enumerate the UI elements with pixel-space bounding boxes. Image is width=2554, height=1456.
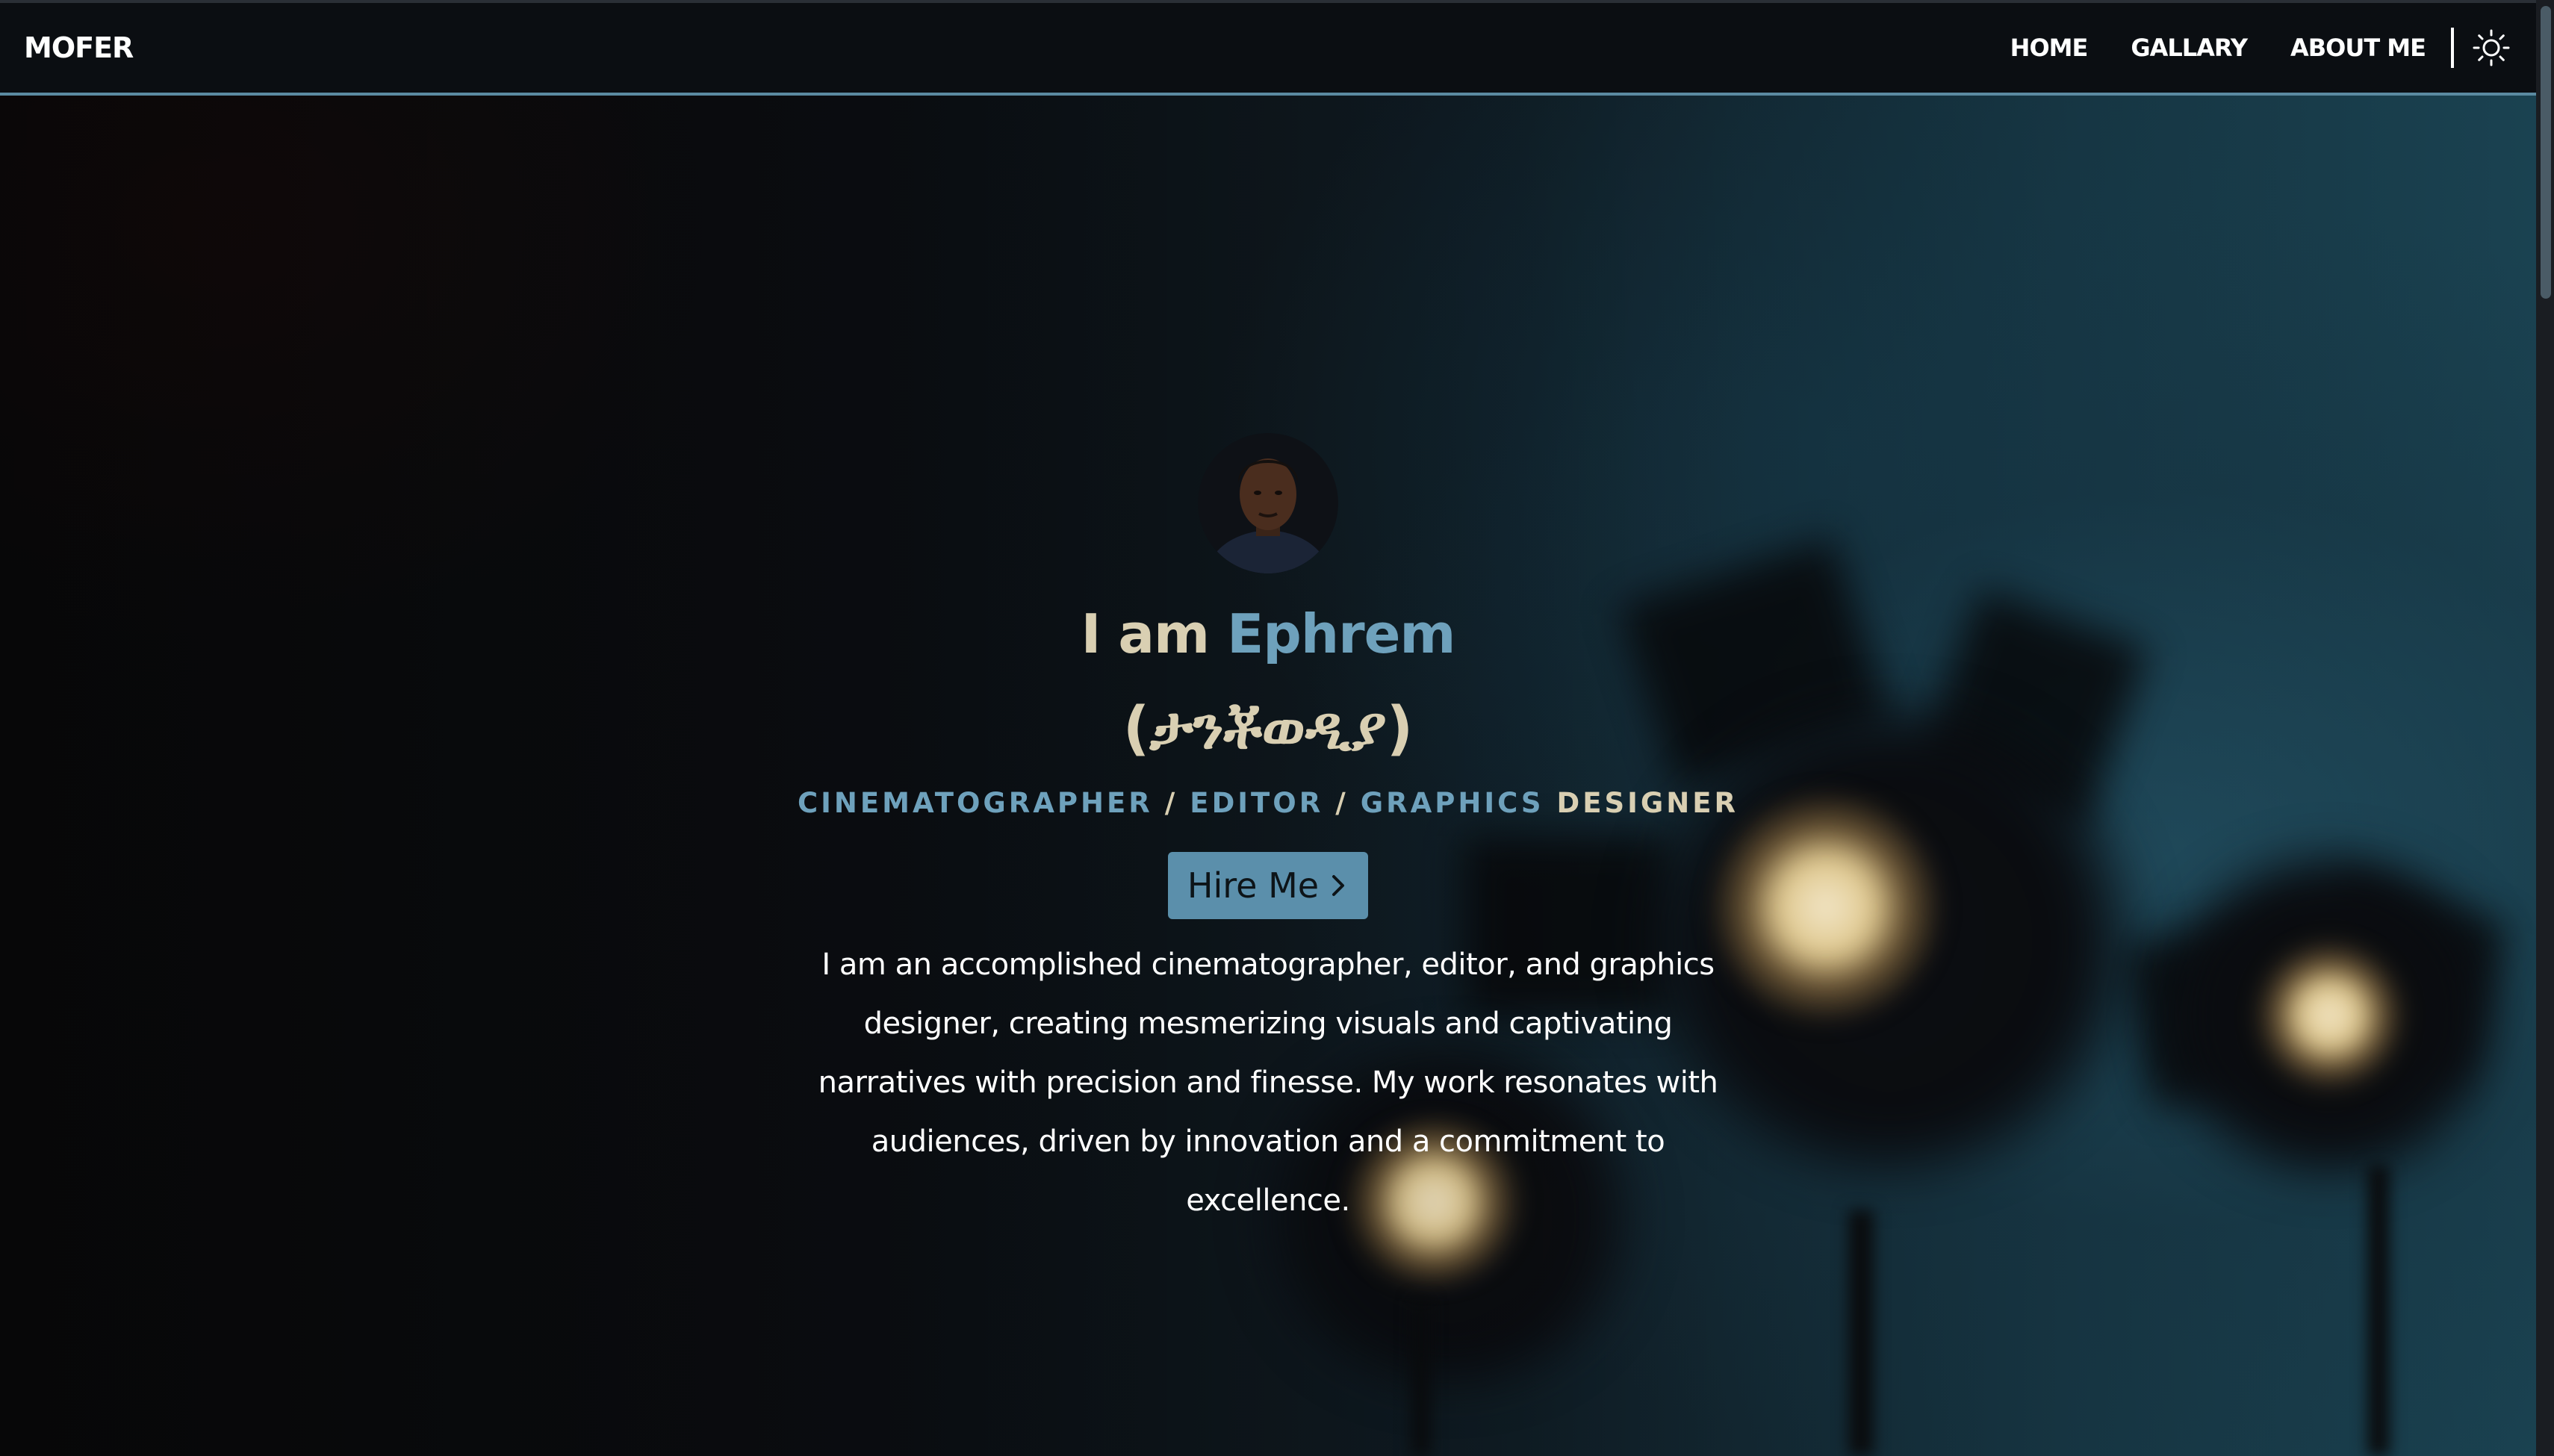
chevron-right-icon: [1332, 875, 1345, 896]
hero-section: I am Ephrem (ታንቾወዲያ) CINEMATOGRAPHER / EDI…: [0, 96, 2536, 1456]
hero-bio: I am an accomplished cinematographer, ed…: [818, 948, 1718, 1218]
hero-headline: I am Ephrem: [1081, 600, 1456, 668]
page: MOFER HOME GALLARY ABOUT ME I am Ephrem …: [0, 0, 2554, 1456]
avatar-portrait: [1198, 433, 1338, 573]
navbar: MOFER HOME GALLARY ABOUT ME: [0, 0, 2536, 96]
nav-links: HOME GALLARY ABOUT ME: [1967, 3, 2512, 93]
role-separator: /: [1164, 787, 1178, 819]
nav-divider: [2451, 28, 2454, 68]
avatar: [1198, 433, 1338, 573]
role-cinematographer: CINEMATOGRAPHER: [798, 787, 1153, 819]
role-editor: EDITOR: [1190, 787, 1324, 819]
nav-link-home[interactable]: HOME: [2010, 34, 2089, 62]
hire-me-button[interactable]: Hire Me: [1167, 852, 1369, 919]
hire-me-label: Hire Me: [1187, 865, 1320, 906]
role-separator: /: [1335, 787, 1349, 819]
role-designer: DESIGNER: [1556, 787, 1739, 819]
greeting-text: I am: [1081, 603, 1228, 665]
sun-icon: [2473, 29, 2510, 66]
role-graphics: GRAPHICS: [1360, 787, 1544, 819]
hero-alt-name: (ታንቾወዲያ): [1122, 695, 1414, 762]
hero-roles: CINEMATOGRAPHER / EDITOR / GRAPHICS DESIGNER: [798, 787, 1739, 819]
hero-name: Ephrem: [1227, 603, 1455, 665]
brand-logo[interactable]: MOFER: [24, 31, 134, 64]
theme-toggle-button[interactable]: [2470, 27, 2512, 69]
nav-link-gallary[interactable]: GALLARY: [2131, 34, 2248, 62]
nav-link-about-me[interactable]: ABOUT ME: [2290, 34, 2426, 62]
hero-content: I am Ephrem (ታንቾወዲያ) CINEMATOGRAPHER / EDI…: [783, 433, 1753, 1260]
scrollbar[interactable]: [2536, 0, 2554, 1456]
scrollbar-thumb[interactable]: [2541, 6, 2551, 299]
